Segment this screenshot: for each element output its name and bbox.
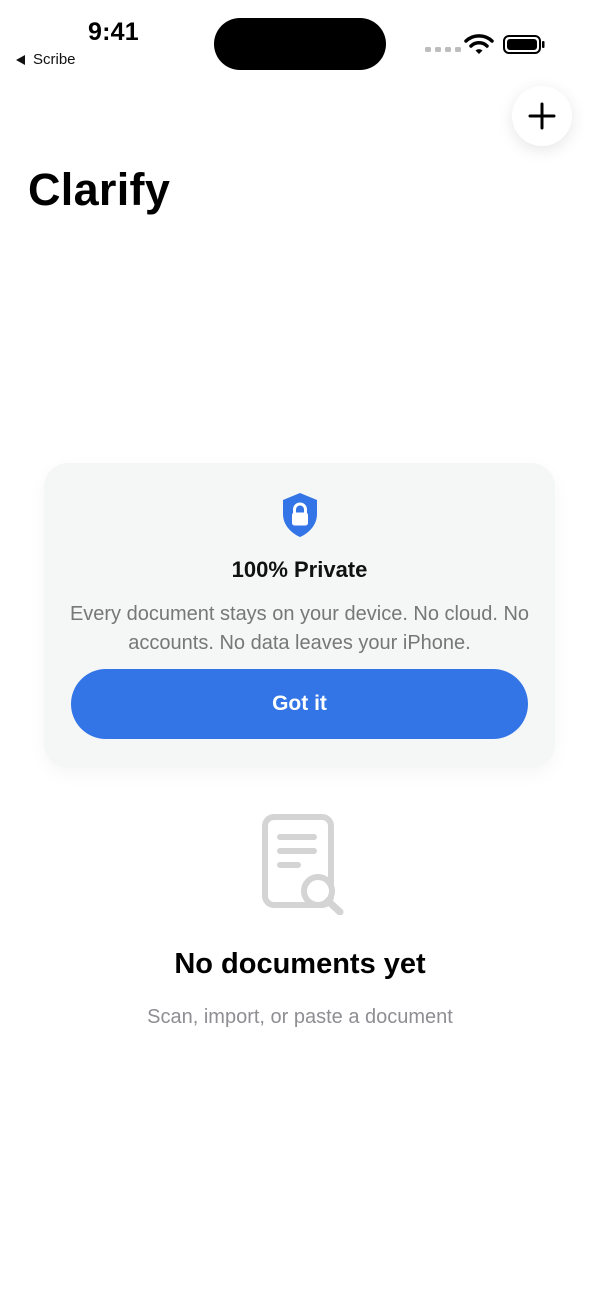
app-screen: 9:41 Scribe Clarify 100% Private Every d… [0, 0, 600, 1300]
plus-icon [528, 102, 556, 130]
empty-state-subtitle: Scan, import, or paste a document [147, 1006, 453, 1028]
back-to-app-link[interactable]: Scribe [16, 51, 76, 68]
dynamic-island [214, 18, 386, 70]
document-search-icon [262, 814, 344, 915]
page-title: Clarify [28, 164, 171, 215]
status-time: 9:41 [88, 18, 139, 46]
privacy-card: 100% Private Every document stays on you… [44, 463, 555, 768]
battery-icon [503, 35, 545, 54]
privacy-card-title: 100% Private [231, 557, 368, 582]
empty-state-title: No documents yet [174, 948, 426, 980]
signal-dots-icon [425, 47, 461, 52]
shield-lock-icon [283, 493, 317, 537]
back-triangle-icon [16, 54, 25, 65]
back-app-label: Scribe [33, 51, 76, 68]
add-document-button[interactable] [512, 86, 572, 146]
wifi-icon [464, 34, 494, 54]
got-it-button[interactable]: Got it [71, 669, 528, 739]
privacy-card-text: Every document stays on your device. No … [69, 603, 530, 654]
